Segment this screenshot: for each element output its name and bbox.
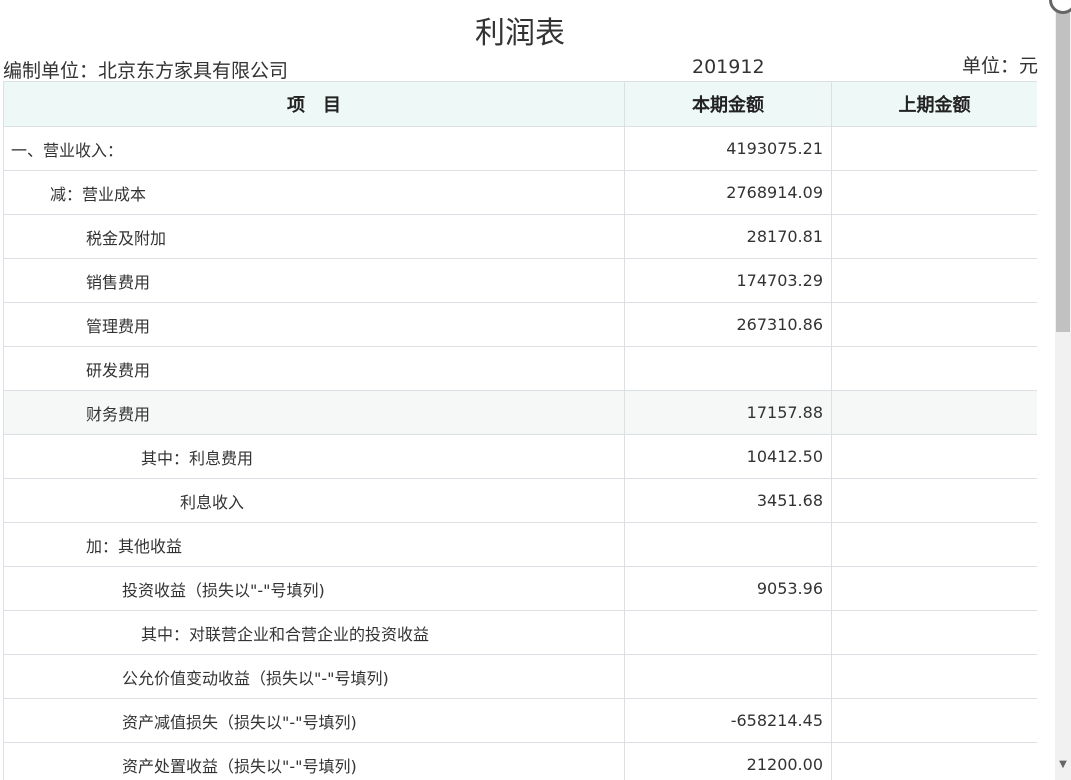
current-amount-cell[interactable]: 17157.88	[624, 390, 832, 435]
table-row-hovered: 财务费用 17157.88	[3, 390, 1037, 435]
row-label: 管理费用	[3, 302, 625, 347]
row-label: 其中：对联营企业和合营企业的投资收益	[3, 610, 625, 655]
current-amount-cell[interactable]: 174703.29	[624, 258, 832, 303]
previous-amount-cell[interactable]	[831, 258, 1037, 303]
previous-amount-cell[interactable]	[831, 522, 1037, 567]
table-row: 资产处置收益（损失以"-"号填列) 21200.00	[3, 742, 1037, 780]
row-label: 财务费用	[3, 390, 625, 435]
corner-circle-icon	[1049, 0, 1071, 14]
current-amount-cell[interactable]	[624, 654, 832, 699]
table-header-row: 项 目 本期金额 上期金额	[3, 81, 1037, 127]
current-amount-cell[interactable]: 9053.96	[624, 566, 832, 611]
previous-amount-cell[interactable]	[831, 610, 1037, 655]
previous-amount-cell[interactable]	[831, 346, 1037, 391]
row-label: 一、营业收入：	[3, 126, 625, 171]
current-amount-cell[interactable]	[624, 346, 832, 391]
previous-amount-cell[interactable]	[831, 742, 1037, 780]
scrollbar-thumb[interactable]	[1056, 12, 1070, 332]
previous-amount-cell[interactable]	[831, 170, 1037, 215]
previous-amount-cell[interactable]	[831, 478, 1037, 523]
previous-amount-cell[interactable]	[831, 214, 1037, 259]
scroll-down-arrow-icon[interactable]: ▼	[1055, 758, 1071, 772]
table-row: 一、营业收入： 4193075.21	[3, 126, 1037, 171]
row-label: 资产处置收益（损失以"-"号填列)	[3, 742, 625, 780]
previous-amount-cell[interactable]	[831, 302, 1037, 347]
table-row: 公允价值变动收益（损失以"-"号填列)	[3, 654, 1037, 699]
row-label: 投资收益（损失以"-"号填列)	[3, 566, 625, 611]
company-label: 编制单位：北京东方家具有限公司	[3, 60, 289, 82]
previous-amount-cell[interactable]	[831, 434, 1037, 479]
column-header-previous: 上期金额	[831, 81, 1037, 127]
income-statement-table-container[interactable]: 项 目 本期金额 上期金额 一、营业收入： 4193075.21 减：营业成本 …	[3, 81, 1037, 780]
table-row: 减：营业成本 2768914.09	[3, 170, 1037, 215]
table-row: 加：其他收益	[3, 522, 1037, 567]
previous-amount-cell[interactable]	[831, 126, 1037, 171]
table-row: 销售费用 174703.29	[3, 258, 1037, 303]
table-row: 利息收入 3451.68	[3, 478, 1037, 523]
income-statement-table: 项 目 本期金额 上期金额 一、营业收入： 4193075.21 减：营业成本 …	[3, 81, 1037, 780]
table-row: 其中：利息费用 10412.50	[3, 434, 1037, 479]
table-row: 管理费用 267310.86	[3, 302, 1037, 347]
row-label: 利息收入	[3, 478, 625, 523]
row-label: 减：营业成本	[3, 170, 625, 215]
row-label: 公允价值变动收益（损失以"-"号填列)	[3, 654, 625, 699]
current-amount-cell[interactable]	[624, 522, 832, 567]
current-amount-cell[interactable]: 21200.00	[624, 742, 832, 780]
table-row: 投资收益（损失以"-"号填列) 9053.96	[3, 566, 1037, 611]
current-amount-cell[interactable]: 28170.81	[624, 214, 832, 259]
row-label: 资产减值损失（损失以"-"号填列)	[3, 698, 625, 743]
column-header-current: 本期金额	[624, 81, 832, 127]
current-amount-cell[interactable]	[624, 610, 832, 655]
current-amount-cell[interactable]: 3451.68	[624, 478, 832, 523]
current-amount-cell[interactable]: 4193075.21	[624, 126, 832, 171]
row-label: 销售费用	[3, 258, 625, 303]
report-title: 利润表	[475, 16, 565, 51]
current-amount-cell[interactable]: 10412.50	[624, 434, 832, 479]
table-row: 其中：对联营企业和合营企业的投资收益	[3, 610, 1037, 655]
period-label: 201912	[692, 56, 765, 78]
row-label: 其中：利息费用	[3, 434, 625, 479]
previous-amount-cell[interactable]	[831, 698, 1037, 743]
table-row: 税金及附加 28170.81	[3, 214, 1037, 259]
table-row: 资产减值损失（损失以"-"号填列) -658214.45	[3, 698, 1037, 743]
current-amount-cell[interactable]: 2768914.09	[624, 170, 832, 215]
current-amount-cell[interactable]: -658214.45	[624, 698, 832, 743]
column-header-item: 项 目	[3, 81, 625, 127]
unit-label: 单位：元	[961, 55, 1038, 77]
previous-amount-cell[interactable]	[831, 390, 1037, 435]
previous-amount-cell[interactable]	[831, 654, 1037, 699]
row-label: 加：其他收益	[3, 522, 625, 567]
previous-amount-cell[interactable]	[831, 566, 1037, 611]
table-row: 研发费用	[3, 346, 1037, 391]
row-label: 研发费用	[3, 346, 625, 391]
row-label: 税金及附加	[3, 214, 625, 259]
current-amount-cell[interactable]: 267310.86	[624, 302, 832, 347]
vertical-scrollbar[interactable]: ▼	[1055, 0, 1071, 780]
